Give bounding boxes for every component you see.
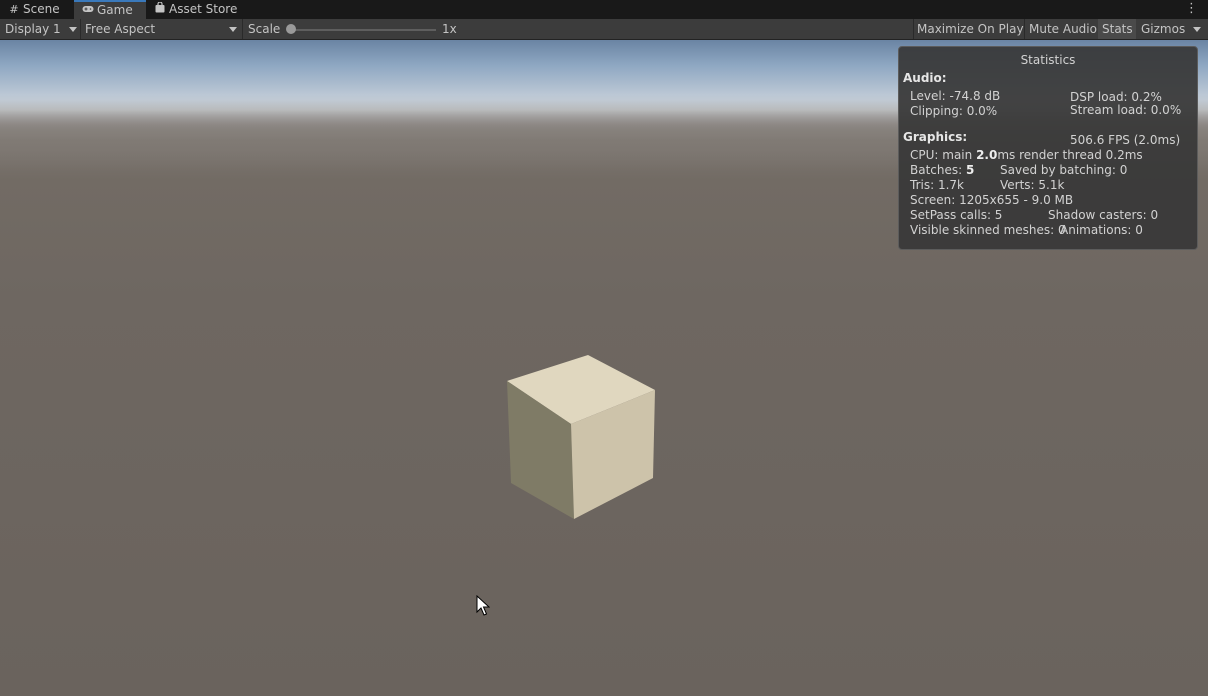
animations-count: Animations: 0 [1060,223,1143,237]
display-dropdown-label: Display 1 [5,22,61,36]
fps-readout: 506.6 FPS (2.0ms) [1070,133,1181,147]
tab-scene-label: Scene [23,2,60,16]
chevron-down-icon [69,27,77,32]
batches-prefix: Batches: [910,163,966,177]
editor-tab-bar: # Scene Game Asset Store ⋮ [0,0,1208,20]
visible-skinned-meshes: Visible skinned meshes: 0 [910,223,1066,237]
audio-header: Audio: [903,71,947,85]
stream-load: Stream load: 0.0% [1070,103,1182,117]
chevron-down-icon [1193,27,1201,32]
more-options-icon[interactable]: ⋮ [1185,1,1198,17]
scale-value: 1x [442,22,457,36]
tab-game[interactable]: Game [74,0,146,19]
scale-slider-handle[interactable] [286,24,296,34]
scale-slider-track[interactable] [290,29,436,31]
tab-asset-store[interactable]: Asset Store [146,0,245,19]
gizmos-dropdown-label: Gizmos [1141,22,1186,36]
cpu-prefix: CPU: main [910,148,977,162]
tab-asset-store-label: Asset Store [169,2,238,16]
toolbar-divider [80,19,81,39]
setpass-calls: SetPass calls: 5 [910,208,1003,222]
gizmos-dropdown[interactable]: Gizmos [1141,19,1205,39]
aspect-dropdown-label: Free Aspect [85,22,156,36]
mouse-cursor-icon [476,595,490,616]
batches: Batches: 5 [910,163,974,177]
cpu-suffix: ms render thread 0.2ms [997,148,1143,162]
gamepad-icon [82,2,94,19]
audio-clipping: Clipping: 0.0% [910,104,998,118]
chevron-down-icon [229,27,237,32]
statistics-title: Statistics [1020,53,1076,67]
scale-label: Scale [248,22,281,36]
batches-value: 5 [966,163,975,177]
mute-audio-button[interactable]: Mute Audio [1025,19,1101,39]
maximize-on-play-button[interactable]: Maximize On Play [913,19,1028,39]
display-dropdown[interactable]: Display 1 [5,19,79,39]
statistics-panel: Statistics Audio: Level: -74.8 dB DSP lo… [898,46,1198,250]
shadow-casters: Shadow casters: 0 [1048,208,1159,222]
tris-count: Tris: 1.7k [910,178,964,192]
screen-info: Screen: 1205x655 - 9.0 MB [910,193,1074,207]
bag-icon [154,0,166,19]
cpu-main-value: 2.0 [976,148,998,162]
tab-game-label: Game [97,3,133,17]
graphics-header: Graphics: [903,130,968,144]
dsp-load: DSP load: 0.2% [1070,90,1162,104]
game-view-toolbar: Display 1 Free Aspect Scale 1x Maximize … [0,19,1208,40]
grid-icon: # [9,3,19,16]
cpu-timing: CPU: main 2.0ms render thread 0.2ms [910,148,1143,162]
verts-count: Verts: 5.1k [1000,178,1065,192]
toolbar-divider [242,19,243,39]
saved-by-batching: Saved by batching: 0 [1000,163,1128,177]
stats-button[interactable]: Stats [1098,19,1136,39]
tab-scene[interactable]: # Scene [0,0,68,19]
aspect-dropdown[interactable]: Free Aspect [85,19,241,39]
audio-level: Level: -74.8 dB [910,89,1001,103]
